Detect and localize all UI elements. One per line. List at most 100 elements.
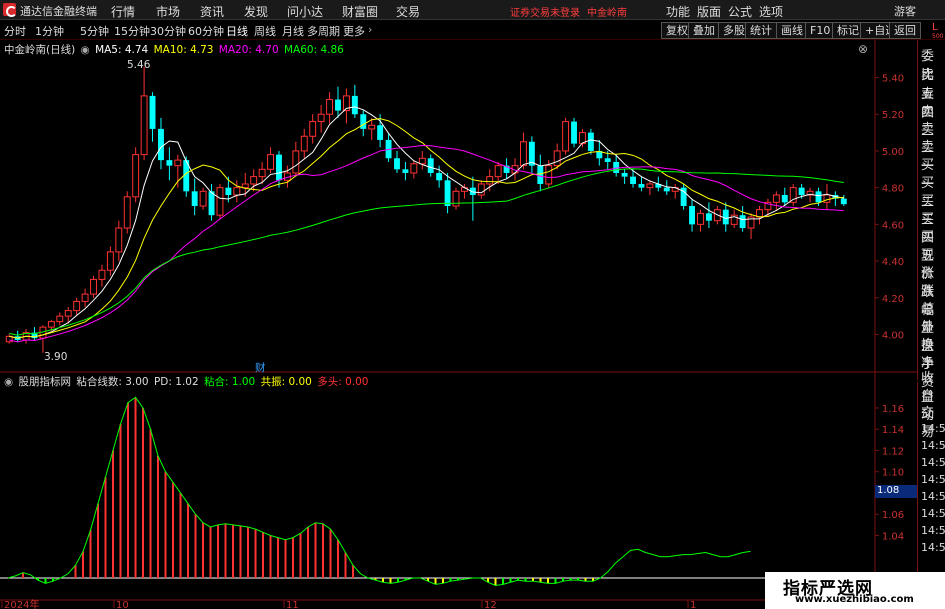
menu-ask[interactable]: 问小达: [287, 3, 323, 20]
guest-label[interactable]: 游客: [894, 3, 916, 19]
candle-body-up: [115, 227, 123, 253]
candle-body-down: [335, 99, 341, 111]
candle-body-up: [233, 187, 241, 196]
candle-body-up: [140, 95, 148, 156]
candle-body-down: [815, 191, 822, 203]
menu-layout[interactable]: 版面: [697, 3, 721, 20]
menu-discover[interactable]: 发现: [244, 3, 268, 20]
date-label: 2024年: [4, 598, 39, 609]
period-more[interactable]: 更多: [343, 23, 365, 39]
sub-legend: ◉ 股朋指标网 粘合线数: 3.00 PD: 1.02 粘合: 1.00 共振:…: [4, 374, 370, 389]
menu-function[interactable]: 功能: [666, 3, 690, 20]
candle-body-up: [562, 121, 570, 152]
candle-body-up: [300, 135, 308, 152]
date-label: 12: [484, 600, 497, 609]
price-tick-label: 4.60: [882, 220, 904, 231]
candle-body-up: [326, 99, 334, 115]
title-bar: 通达信金融终端 行情 市场 资讯 发现 问小达 财富圈 交易 证券交易未登录 中…: [0, 0, 945, 20]
param-pd: PD: 1.02: [153, 376, 199, 388]
price-tick-label: 5.20: [882, 110, 904, 121]
overlay-button[interactable]: 叠加: [688, 22, 720, 39]
param-resonance: 共振: 0.00: [260, 376, 312, 388]
candle-body-down: [427, 158, 434, 173]
candle-body-up: [64, 310, 72, 317]
candle-body-up: [418, 157, 426, 165]
period-tick[interactable]: 分时: [4, 23, 26, 39]
candle-body-up: [553, 150, 561, 167]
f10-button[interactable]: F10: [805, 22, 836, 39]
candle-body-up: [199, 190, 207, 207]
candle-body-up: [123, 196, 131, 229]
sub-tick-label: 1.06: [882, 510, 904, 521]
date-label: 11: [286, 600, 299, 609]
tick-time: 14:56: [921, 507, 945, 520]
candle-body-down: [158, 128, 164, 161]
period-15min[interactable]: 15分钟: [114, 23, 150, 39]
price-tick-label: 4.80: [882, 184, 904, 195]
period-multi[interactable]: 多周期: [307, 23, 340, 39]
chevron-right-icon[interactable]: ›: [368, 23, 372, 36]
back-button[interactable]: 返回: [889, 22, 921, 39]
menu-formula[interactable]: 公式: [728, 3, 752, 20]
statistics-button[interactable]: 统计: [745, 22, 777, 39]
price-tick-label: 5.40: [882, 74, 904, 85]
candle-body-up: [47, 321, 55, 328]
draw-line-button[interactable]: 画线: [776, 22, 808, 39]
quote-sidebar: 委比 卖五 卖四 卖三 卖二 卖一 买一 买二 买三 买四 买五 现价 涨跌 涨…: [917, 40, 945, 405]
menu-wealth-circle[interactable]: 财富圈: [342, 3, 378, 20]
watermark: 指标严选网 www.xuezhibiao.com: [765, 572, 945, 609]
candle-body-up: [106, 251, 114, 271]
low-label: 3.90: [44, 351, 68, 363]
login-warning[interactable]: 证券交易未登录: [510, 4, 580, 19]
period-1min[interactable]: 1分钟: [35, 23, 64, 39]
candle-body-up: [697, 212, 704, 225]
price-tick-label: 4.00: [882, 330, 904, 341]
period-daily[interactable]: 日线: [226, 23, 248, 39]
candle-body-up: [545, 165, 553, 185]
candle-body-down: [208, 191, 215, 216]
watermark-url: www.xuezhibiao.com: [795, 594, 914, 605]
settings-dot-icon[interactable]: ◉: [81, 44, 90, 56]
tick-time: 14:56: [921, 456, 945, 469]
period-60min[interactable]: 60分钟: [188, 23, 224, 39]
finance-event-marker[interactable]: 财: [255, 360, 266, 375]
period-monthly[interactable]: 月线: [282, 23, 304, 39]
menu-trade[interactable]: 交易: [396, 3, 420, 20]
tick-time: 14:56: [921, 524, 945, 537]
period-30min[interactable]: 30分钟: [150, 23, 186, 39]
current-stock-name: 中金岭南: [587, 8, 627, 19]
candle-body-down: [630, 176, 636, 184]
candle-body-down: [394, 158, 400, 170]
period-5min[interactable]: 5分钟: [80, 23, 109, 39]
indicator-name[interactable]: 股朋指标网: [19, 376, 72, 388]
candle-body-up: [216, 187, 224, 216]
ma5-line: [9, 106, 844, 339]
collapse-icon[interactable]: ⊗: [858, 42, 868, 56]
candle-body-down: [604, 158, 611, 162]
menu-quotes[interactable]: 行情: [111, 3, 135, 20]
candle-body-up: [309, 121, 317, 137]
candle-body-up: [292, 150, 300, 174]
candle-body-up: [519, 141, 527, 167]
period-weekly[interactable]: 周线: [254, 23, 276, 39]
menu-market[interactable]: 市场: [156, 3, 180, 20]
candle-body-up: [81, 293, 89, 302]
indicator-dot-icon[interactable]: ◉: [4, 376, 13, 388]
sub-tick-label: 1.12: [882, 446, 904, 457]
app-title: 通达信金融终端: [20, 5, 97, 18]
candle-body-down: [360, 114, 367, 129]
candle-body-up: [646, 183, 654, 189]
menu-news[interactable]: 资讯: [200, 3, 224, 20]
candle-body-up: [267, 154, 274, 170]
tick-time: 14:56: [921, 473, 945, 486]
current-value-badge: 1.08: [875, 485, 917, 498]
ma10-value: MA10: 4.73: [153, 44, 214, 56]
ma10-line: [9, 118, 844, 339]
price-tick-label: 5.00: [882, 147, 904, 158]
menu-options[interactable]: 选项: [759, 3, 783, 20]
candle-body-up: [258, 168, 266, 178]
main-legend: 中金岭南(日线) ◉ MA5: 4.74 MA10: 4.73 MA20: 4.…: [4, 42, 346, 57]
tick-time: 14:56: [921, 422, 945, 435]
kline-chart[interactable]: 5.40 5.20 5.00 4.80 4.60 4.40 4.20 4.00 2024年 10 1…: [0, 40, 917, 609]
candle-body-up: [477, 183, 485, 196]
